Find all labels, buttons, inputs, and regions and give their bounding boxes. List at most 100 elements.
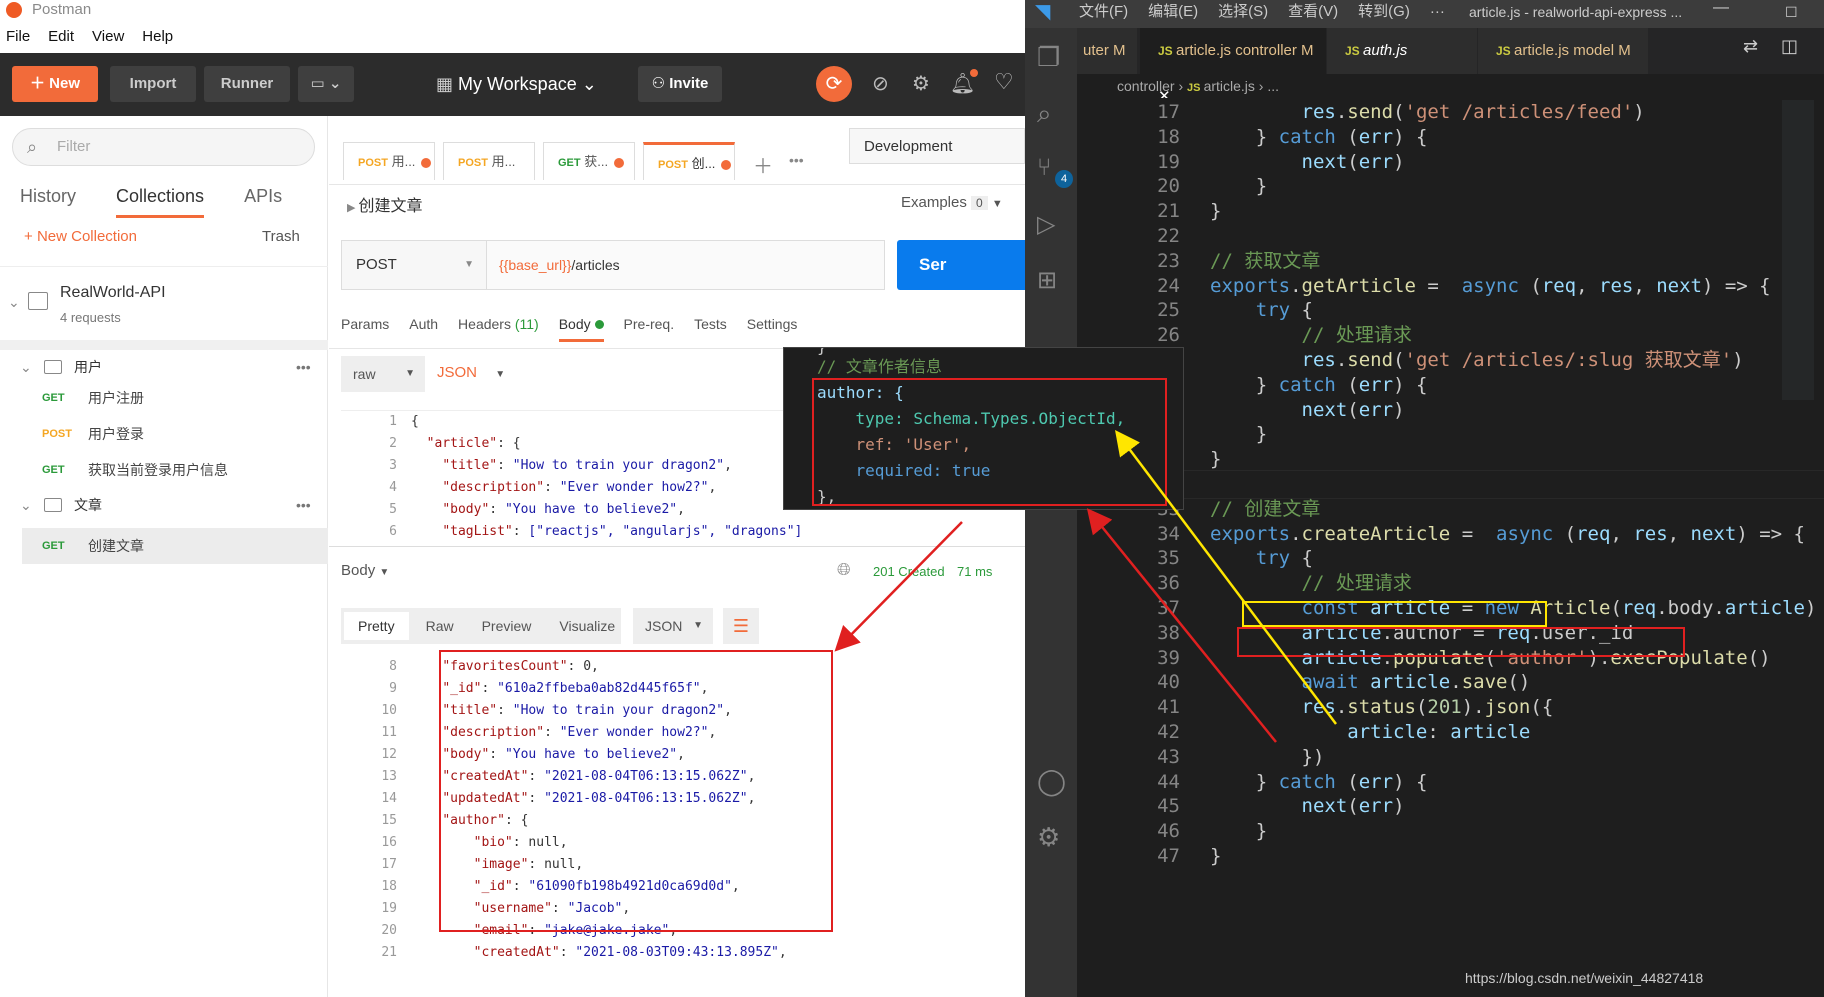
more-tabs-icon[interactable]: ••• xyxy=(789,152,804,168)
account-icon[interactable]: ◯ xyxy=(1037,766,1066,797)
new-collection-button[interactable]: + New Collection xyxy=(24,228,137,245)
invite-label: Invite xyxy=(669,75,709,92)
menu-more[interactable]: ··· xyxy=(1430,0,1445,24)
tab-headers[interactable]: Headers (11) xyxy=(458,316,539,342)
editor-tab[interactable]: uter M xyxy=(1077,28,1137,74)
menu-edit[interactable]: 编辑(E) xyxy=(1148,0,1198,24)
editor-tab[interactable]: JS article.js model M xyxy=(1478,28,1648,74)
minimize-icon[interactable]: — xyxy=(1713,0,1729,20)
add-tab-icon[interactable]: ＋ xyxy=(753,150,773,179)
unsaved-dot xyxy=(614,157,625,168)
new-button[interactable]: ＋ New xyxy=(12,66,98,102)
request-tab[interactable]: POST 用... xyxy=(443,142,535,180)
menu-help[interactable]: Help xyxy=(142,28,173,50)
menu-file[interactable]: File xyxy=(6,28,30,50)
menu-file[interactable]: 文件(F) xyxy=(1079,0,1128,24)
heart-icon[interactable]: ♡ xyxy=(994,69,1014,95)
menu-selection[interactable]: 选择(S) xyxy=(1218,0,1268,24)
response-format-select[interactable]: JSON ▼ xyxy=(633,608,713,644)
breadcrumb-folder[interactable]: controller xyxy=(1117,78,1175,94)
divider xyxy=(329,184,1025,185)
tab-auth[interactable]: Auth xyxy=(409,316,438,342)
url-input[interactable]: {{base_url}}/articles xyxy=(487,240,885,290)
more-icon[interactable]: ••• xyxy=(296,350,311,384)
more-icon[interactable]: ••• xyxy=(296,488,311,522)
wrap-lines-icon[interactable]: ☰ xyxy=(723,608,759,644)
request-item-active[interactable]: GET 创建文章 xyxy=(42,530,144,562)
view-raw[interactable]: Raw xyxy=(412,612,468,640)
tab-collections[interactable]: Collections xyxy=(116,186,205,218)
tab-history[interactable]: History xyxy=(20,186,76,218)
schema-popup: } // 文章作者信息 author: { type: Schema.Types… xyxy=(783,347,1184,510)
minimap[interactable] xyxy=(1782,100,1814,400)
request-tab[interactable]: POST 用... xyxy=(343,142,435,180)
compare-changes-icon[interactable]: ⇄ xyxy=(1743,36,1758,57)
search-icon[interactable]: ⌕ xyxy=(1037,98,1052,130)
import-button[interactable]: Import xyxy=(110,66,196,102)
menu-view[interactable]: View xyxy=(92,28,124,50)
sync-icon[interactable]: ⟳ xyxy=(816,66,852,102)
folder-users[interactable]: ⌄ 用户 ••• xyxy=(0,350,328,384)
folder-icon xyxy=(44,498,62,512)
code-line: 47} xyxy=(1077,842,1824,871)
request-tab-active[interactable]: POST 创... xyxy=(643,142,735,180)
tab-label: article.js model M xyxy=(1514,42,1631,59)
filter-input[interactable]: ⌕ Filter xyxy=(12,128,315,166)
body-type-select[interactable]: JSON ▼ xyxy=(437,364,505,381)
view-preview[interactable]: Preview xyxy=(468,612,546,640)
settings-icon[interactable]: ⚙ xyxy=(912,71,930,96)
breadcrumb-file[interactable]: article.js xyxy=(1204,78,1255,94)
response-body-label[interactable]: Body ▼ xyxy=(341,562,389,579)
request-item[interactable]: GET 用户注册 xyxy=(42,382,144,414)
line-number: 1 xyxy=(389,414,397,429)
open-new-window-button[interactable]: ▭ ⌄ xyxy=(298,66,354,102)
postman-logo-icon xyxy=(6,2,22,18)
headers-count: (11) xyxy=(514,316,539,332)
view-visualize[interactable]: Visualize xyxy=(545,612,629,640)
line-text: "description": "Ever wonder how2?", xyxy=(442,480,717,495)
trash-button[interactable]: Trash xyxy=(262,228,300,245)
view-pretty[interactable]: Pretty xyxy=(344,612,409,640)
split-editor-icon[interactable]: ◫ xyxy=(1781,36,1798,57)
folder-articles[interactable]: ⌄ 文章 ••• xyxy=(0,488,328,522)
menu-go[interactable]: 转到(G) xyxy=(1358,0,1410,24)
tab-tests[interactable]: Tests xyxy=(694,316,727,342)
sidebar-tabs: History Collections APIs xyxy=(20,186,282,218)
menu-edit[interactable]: Edit xyxy=(48,28,74,50)
tab-body[interactable]: Body xyxy=(558,316,604,342)
runner-button[interactable]: Runner xyxy=(204,66,290,102)
scm-badge: 4 xyxy=(1055,170,1073,188)
satellite-icon[interactable]: ⊘ xyxy=(872,71,889,96)
maximize-icon[interactable]: ☐ xyxy=(1785,0,1798,24)
collection-item[interactable]: ⌄ RealWorld-API 4 requests xyxy=(0,274,328,340)
method-badge: GET xyxy=(42,540,65,552)
invite-button[interactable]: ⚇ Invite xyxy=(638,66,722,102)
line-text: "article": { xyxy=(426,436,521,451)
request-item[interactable]: GET 获取当前登录用户信息 xyxy=(42,454,228,486)
breadcrumb-symbol[interactable]: ... xyxy=(1267,78,1279,94)
code-editor[interactable]: 17 res.send('get /articles/feed') 18 } ca… xyxy=(1077,98,1824,997)
explorer-icon[interactable]: ❐ xyxy=(1037,42,1060,73)
manage-gear-icon[interactable]: ⚙ xyxy=(1037,822,1060,853)
method-badge: POST xyxy=(42,428,72,440)
tab-apis[interactable]: APIs xyxy=(244,186,282,218)
send-button[interactable]: Ser xyxy=(897,240,1025,290)
tab-params[interactable]: Params xyxy=(341,316,389,342)
extensions-icon[interactable]: ⊞ xyxy=(1037,266,1057,295)
body-mode-select[interactable]: raw ▼ xyxy=(341,356,425,392)
examples-dropdown[interactable]: Examples 0 ▼ xyxy=(901,194,1003,211)
environment-select[interactable]: Development xyxy=(849,128,1025,164)
unsaved-dot xyxy=(721,159,732,170)
editor-tab-active[interactable]: JS article.js controller M ✕ xyxy=(1140,28,1326,105)
tab-settings[interactable]: Settings xyxy=(747,316,798,342)
run-debug-icon[interactable]: ▷ xyxy=(1037,210,1055,239)
workspace-switcher[interactable]: ▦ My Workspace ⌄ xyxy=(436,66,597,102)
request-tab[interactable]: GET 获... xyxy=(543,142,635,180)
tab-prereq[interactable]: Pre-req. xyxy=(624,316,675,342)
method-select[interactable]: POST ▼ xyxy=(341,240,487,290)
source-control-icon[interactable]: ⑂ xyxy=(1037,154,1051,182)
json-label: JSON xyxy=(437,364,478,381)
menu-view[interactable]: 查看(V) xyxy=(1288,0,1338,24)
request-item[interactable]: POST 用户登录 xyxy=(42,418,144,450)
editor-tab[interactable]: JS auth.js xyxy=(1327,28,1477,74)
